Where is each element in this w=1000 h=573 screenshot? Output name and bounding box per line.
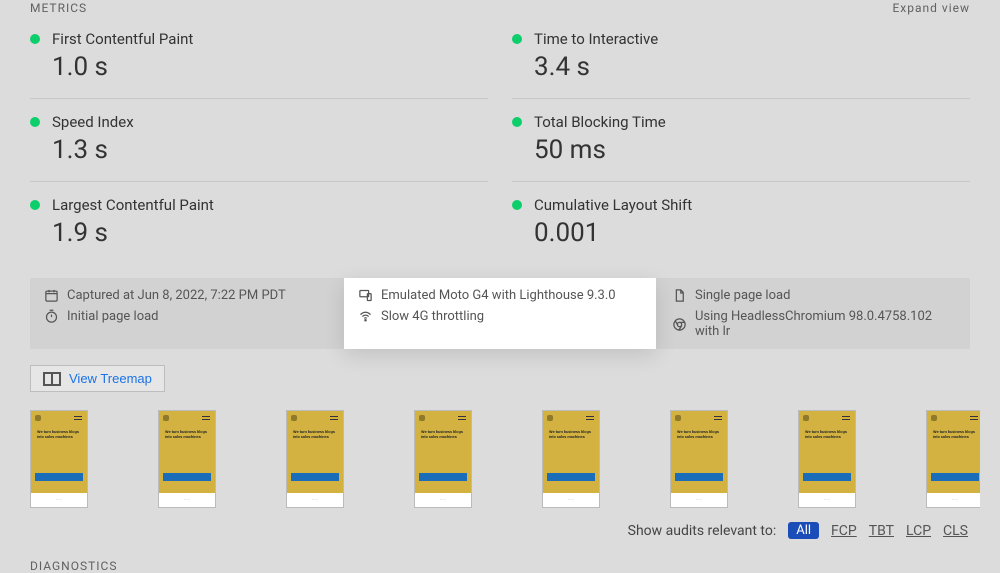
filmstrip-thumb[interactable]: We turn business blogs into sales machin… bbox=[670, 410, 728, 508]
metric-name: Cumulative Layout Shift bbox=[534, 196, 970, 214]
metric-lcp: Largest Contentful Paint 1.9 s bbox=[30, 181, 488, 258]
filter-fcp-link[interactable]: FCP bbox=[831, 523, 857, 539]
metric-name: First Contentful Paint bbox=[52, 30, 488, 48]
metric-name: Speed Index bbox=[52, 113, 488, 131]
audit-filter-row: Show audits relevant to: All FCP TBT LCP… bbox=[20, 508, 980, 539]
filmstrip-thumb[interactable]: We turn business blogs into sales machin… bbox=[926, 410, 980, 508]
status-dot-icon bbox=[30, 34, 40, 44]
page-load-mode-text: Single page load bbox=[695, 288, 790, 303]
view-treemap-button[interactable]: View Treemap bbox=[30, 365, 165, 392]
filmstrip-thumb[interactable]: We turn business blogs into sales machin… bbox=[414, 410, 472, 508]
filter-lcp-link[interactable]: LCP bbox=[906, 523, 931, 539]
page-load-mode: Single page load bbox=[672, 288, 956, 303]
captured-at-text: Captured at Jun 8, 2022, 7:22 PM PDT bbox=[67, 288, 286, 303]
file-icon bbox=[672, 288, 687, 303]
timer-icon bbox=[44, 309, 59, 324]
devices-icon bbox=[358, 288, 373, 303]
filmstrip-thumb[interactable]: We turn business blogs into sales machin… bbox=[158, 410, 216, 508]
status-dot-icon bbox=[30, 200, 40, 210]
metric-fcp: First Contentful Paint 1.0 s bbox=[30, 20, 488, 92]
browser-info-text: Using HeadlessChromium 98.0.4758.102 wit… bbox=[695, 309, 956, 339]
metric-value: 1.0 s bbox=[52, 52, 488, 82]
emulated-device: Emulated Moto G4 with Lighthouse 9.3.0 bbox=[358, 288, 642, 303]
initial-load: Initial page load bbox=[44, 309, 328, 324]
filmstrip-thumb[interactable]: We turn business blogs into sales machin… bbox=[30, 410, 88, 508]
env-highlight: Emulated Moto G4 with Lighthouse 9.3.0 S… bbox=[344, 278, 656, 349]
metric-value: 50 ms bbox=[534, 135, 970, 165]
filmstrip-thumb[interactable]: We turn business blogs into sales machin… bbox=[542, 410, 600, 508]
metric-name: Total Blocking Time bbox=[534, 113, 970, 131]
browser-info: Using HeadlessChromium 98.0.4758.102 wit… bbox=[672, 309, 956, 339]
status-dot-icon bbox=[512, 117, 522, 127]
filter-all-pill[interactable]: All bbox=[788, 522, 819, 539]
metric-name: Time to Interactive bbox=[534, 30, 970, 48]
initial-load-text: Initial page load bbox=[67, 309, 159, 324]
metric-tbt: Total Blocking Time 50 ms bbox=[512, 98, 970, 175]
metric-value: 0.001 bbox=[534, 218, 970, 248]
filter-label: Show audits relevant to: bbox=[628, 523, 777, 539]
filmstrip-thumb[interactable]: We turn business blogs into sales machin… bbox=[798, 410, 856, 508]
chrome-icon bbox=[672, 317, 687, 332]
metric-value: 1.3 s bbox=[52, 135, 488, 165]
diagnostics-heading: DIAGNOSTICS bbox=[20, 539, 980, 573]
metrics-grid: First Contentful Paint 1.0 s Time to Int… bbox=[20, 20, 980, 258]
throttling: Slow 4G throttling bbox=[358, 309, 642, 324]
expand-view-link[interactable]: Expand view bbox=[892, 1, 970, 15]
treemap-icon bbox=[43, 372, 61, 386]
metric-value: 1.9 s bbox=[52, 218, 488, 248]
filmstrip: We turn business blogs into sales machin… bbox=[20, 392, 980, 508]
metric-value: 3.4 s bbox=[534, 52, 970, 82]
captured-at: Captured at Jun 8, 2022, 7:22 PM PDT bbox=[44, 288, 328, 303]
filmstrip-thumb[interactable]: We turn business blogs into sales machin… bbox=[286, 410, 344, 508]
metric-tti: Time to Interactive 3.4 s bbox=[512, 20, 970, 92]
metrics-heading: METRICS bbox=[30, 1, 87, 15]
status-dot-icon bbox=[512, 34, 522, 44]
wifi-icon bbox=[358, 309, 373, 324]
environment-bar: Captured at Jun 8, 2022, 7:22 PM PDT Ini… bbox=[30, 278, 970, 349]
metric-si: Speed Index 1.3 s bbox=[30, 98, 488, 175]
emulated-device-text: Emulated Moto G4 with Lighthouse 9.3.0 bbox=[381, 288, 616, 303]
filter-tbt-link[interactable]: TBT bbox=[869, 523, 894, 539]
view-treemap-label: View Treemap bbox=[69, 371, 152, 386]
filter-cls-link[interactable]: CLS bbox=[943, 523, 968, 539]
status-dot-icon bbox=[512, 200, 522, 210]
metric-cls: Cumulative Layout Shift 0.001 bbox=[512, 181, 970, 258]
throttling-text: Slow 4G throttling bbox=[381, 309, 484, 324]
metric-name: Largest Contentful Paint bbox=[52, 196, 488, 214]
calendar-icon bbox=[44, 288, 59, 303]
status-dot-icon bbox=[30, 117, 40, 127]
